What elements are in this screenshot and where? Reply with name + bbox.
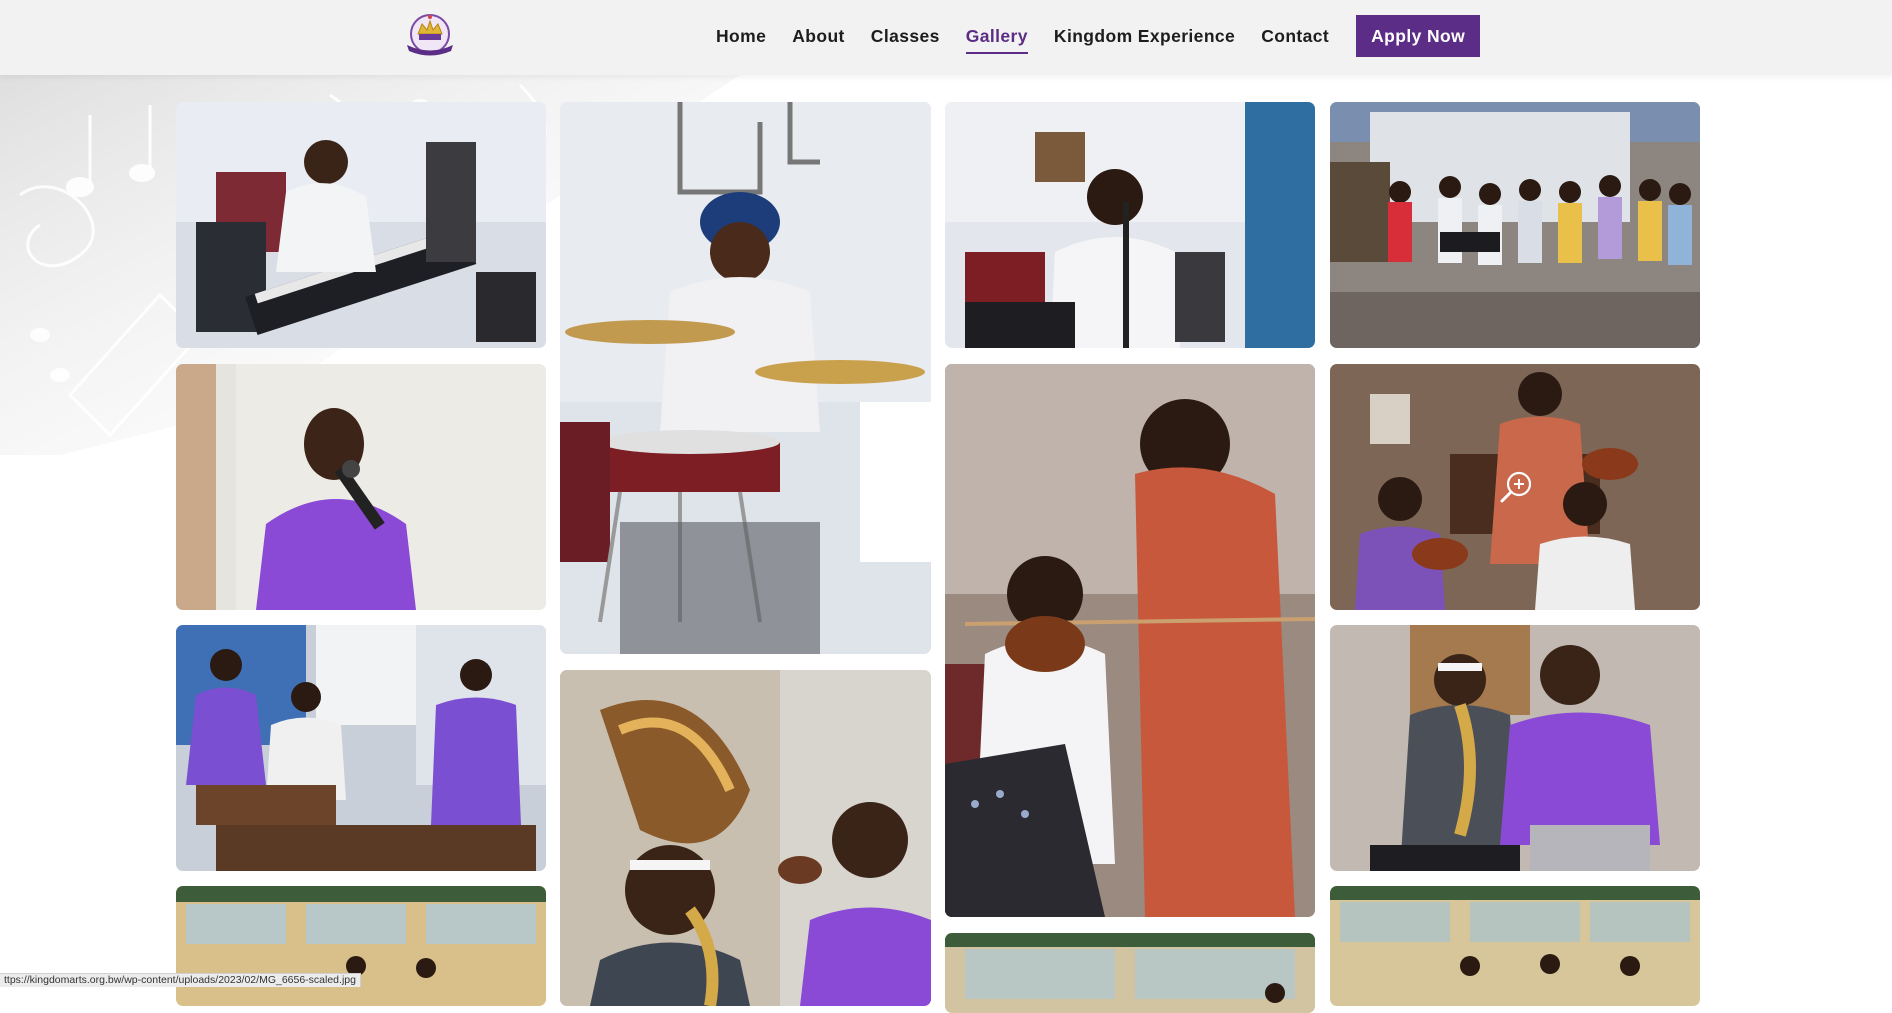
photo-gallery (0, 0, 1892, 1013)
apply-now-button[interactable]: Apply Now (1356, 15, 1481, 57)
gallery-photo-violin-lesson[interactable] (945, 364, 1315, 917)
nav-classes[interactable]: Classes (871, 15, 940, 57)
gallery-photo-classroom-windows[interactable] (945, 933, 1315, 1013)
gallery-photo-saxophone-lesson[interactable] (1330, 625, 1700, 871)
gallery-photo-group-performance[interactable] (1330, 102, 1700, 348)
gallery-photo-orchestra-room[interactable] (176, 886, 546, 1006)
main-navigation: Home About Classes Gallery Kingdom Exper… (716, 15, 1481, 57)
kingdom-arts-logo[interactable] (401, 12, 459, 58)
nav-gallery[interactable]: Gallery (965, 15, 1029, 57)
gallery-photo-singer-mic[interactable] (945, 102, 1315, 348)
gallery-photo-drummer[interactable] (560, 102, 931, 654)
nav-contact[interactable]: Contact (1261, 15, 1329, 57)
site-header: Home About Classes Gallery Kingdom Exper… (0, 0, 1892, 75)
nav-home[interactable]: Home (716, 15, 766, 57)
nav-kingdom-experience[interactable]: Kingdom Experience (1054, 15, 1235, 57)
gallery-photo-keyboard[interactable] (176, 102, 546, 348)
nav-about[interactable]: About (792, 15, 845, 57)
zoom-in-icon[interactable] (1500, 470, 1534, 504)
status-bar-url: ttps://kingdomarts.org.bw/wp-content/upl… (0, 973, 361, 987)
gallery-photo-string-ensemble[interactable] (1330, 886, 1700, 1006)
gallery-photo-marimba[interactable] (176, 625, 546, 871)
gallery-photo-girl-singing[interactable] (176, 364, 546, 610)
gallery-photo-saxophone-smile[interactable] (560, 670, 931, 1006)
